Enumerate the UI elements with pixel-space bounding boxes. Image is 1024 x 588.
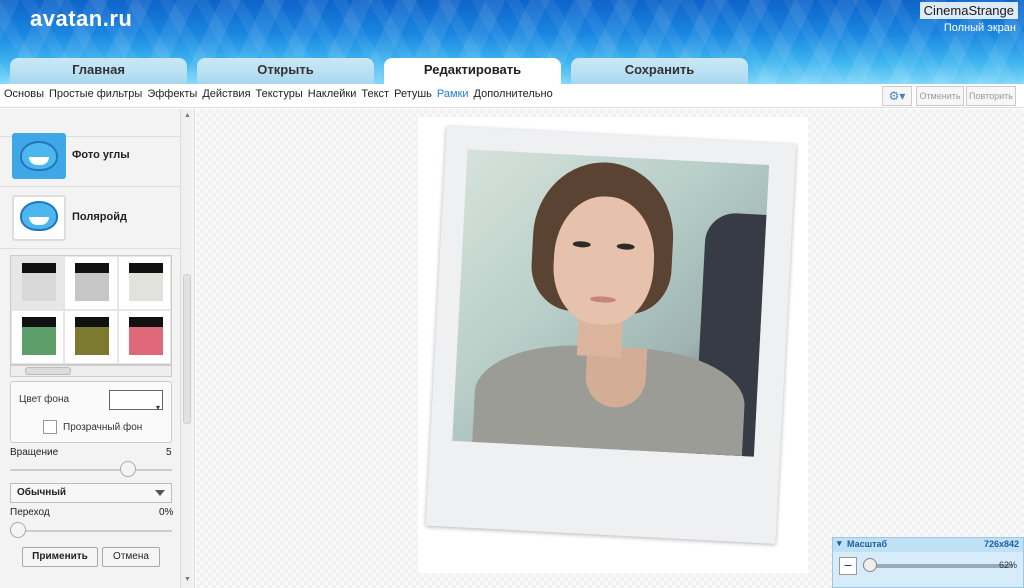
editor-canvas[interactable]	[196, 109, 1024, 588]
swatch-chip	[128, 263, 163, 301]
user-name[interactable]: CinemaStrange	[919, 2, 1018, 19]
scroll-up-icon[interactable]: ▲	[184, 112, 191, 119]
bg-color-label: Цвет фона	[19, 394, 70, 405]
menu-simple-filters[interactable]: Простые фильтры	[49, 88, 142, 100]
edit-toolbar: Основы Простые фильтры Эффекты Действия …	[0, 84, 1024, 108]
menu-text[interactable]: Текст	[361, 88, 389, 100]
transition-label: Переход	[10, 507, 50, 518]
rotation-value: 5	[166, 447, 172, 458]
rotation-label: Вращение	[10, 447, 59, 458]
menu-effects[interactable]: Эффекты	[147, 88, 197, 100]
effects-panel: Фото углы Поляройд Цвет фона Прозрачный …	[0, 109, 195, 588]
frame-style-grid	[10, 255, 172, 365]
polaroid-thumbnail	[12, 195, 66, 241]
menu-retouch[interactable]: Ретушь	[394, 88, 432, 100]
bg-color-picker[interactable]	[109, 390, 163, 412]
cancel-button[interactable]: Отмена	[102, 547, 160, 567]
frame-swatch[interactable]	[11, 310, 65, 364]
zoom-slider[interactable]	[863, 564, 1013, 568]
menu-additional[interactable]: Дополнительно	[474, 88, 553, 100]
tab-open[interactable]: Открыть	[197, 58, 374, 84]
transition-slider[interactable]	[10, 530, 172, 532]
menu-basics[interactable]: Основы	[4, 88, 44, 100]
transition-value: 0%	[159, 507, 174, 518]
photo-corners-thumbnail	[12, 133, 66, 179]
photo-eye	[616, 243, 635, 251]
effect-item-polaroid[interactable]: Поляройд	[0, 189, 180, 249]
menu-stickers[interactable]: Наклейки	[308, 88, 357, 100]
redo-button[interactable]: Повторить	[966, 86, 1016, 106]
rotation-slider-knob[interactable]	[120, 461, 136, 477]
transparent-bg-label: Прозрачный фон	[63, 422, 143, 433]
site-logo[interactable]: avatan.ru	[30, 6, 132, 32]
zoom-title: Масштаб	[837, 538, 887, 549]
gear-icon: ⚙▾	[888, 89, 906, 103]
blend-mode-select[interactable]: Обычный	[10, 483, 172, 503]
undo-button[interactable]: Отменить	[916, 86, 964, 106]
scroll-down-icon[interactable]: ▼	[184, 576, 191, 583]
menu-textures[interactable]: Текстуры	[256, 88, 303, 100]
effect-item-photo-corners[interactable]: Фото углы	[0, 127, 180, 187]
photo-mouth	[589, 295, 616, 304]
panel-scrollbar[interactable]: ▲ ▼	[180, 109, 192, 588]
frame-swatch[interactable]	[117, 310, 171, 364]
transition-slider-knob[interactable]	[10, 522, 26, 538]
zoom-header[interactable]: Масштаб 726x842	[833, 538, 1023, 552]
swatch-chip	[75, 317, 110, 355]
tab-edit[interactable]: Редактировать	[384, 58, 561, 84]
effect-label: Поляройд	[72, 211, 127, 223]
swatch-chip	[128, 317, 163, 355]
scrollbar-thumb[interactable]	[25, 367, 71, 375]
header: avatan.ru CinemaStrange Полный экран Гла…	[0, 0, 1024, 84]
frame-swatch[interactable]	[11, 256, 65, 310]
swatch-chip	[22, 263, 56, 301]
zoom-percent: 62%	[998, 560, 1017, 570]
transparent-bg-checkbox[interactable]	[43, 420, 57, 434]
panel-scrollbar-thumb[interactable]	[183, 274, 191, 424]
zoom-panel: Масштаб 726x842 − 62%	[832, 537, 1024, 588]
frame-swatch[interactable]	[64, 256, 118, 310]
swatch-scrollbar[interactable]	[10, 365, 172, 377]
effect-label: Фото углы	[72, 149, 130, 161]
frame-swatch[interactable]	[117, 256, 171, 310]
tab-home[interactable]: Главная	[10, 58, 187, 84]
menu-actions[interactable]: Действия	[202, 88, 250, 100]
apply-button[interactable]: Применить	[22, 547, 98, 567]
zoom-out-button[interactable]: −	[839, 557, 857, 575]
edited-photo	[452, 149, 770, 457]
fullscreen-link[interactable]: Полный экран	[944, 22, 1016, 34]
frame-swatch[interactable]	[64, 310, 118, 364]
settings-button[interactable]: ⚙▾	[882, 86, 912, 106]
photo-eye	[572, 240, 591, 248]
shark-icon	[20, 141, 58, 171]
shark-icon	[20, 201, 58, 231]
main-tabs: Главная Открыть Редактировать Сохранить	[10, 58, 748, 84]
polaroid-frame	[425, 126, 797, 544]
swatch-chip	[22, 317, 56, 355]
image-size: 726x842	[983, 539, 1019, 549]
rotation-slider[interactable]	[10, 469, 172, 471]
zoom-slider-knob[interactable]	[863, 558, 877, 572]
swatch-chip	[75, 263, 110, 301]
tab-save[interactable]: Сохранить	[571, 58, 748, 84]
background-options: Цвет фона Прозрачный фон	[10, 381, 172, 443]
toolbar-menu: Основы Простые фильтры Эффекты Действия …	[4, 88, 553, 100]
menu-frames[interactable]: Рамки	[437, 88, 469, 100]
